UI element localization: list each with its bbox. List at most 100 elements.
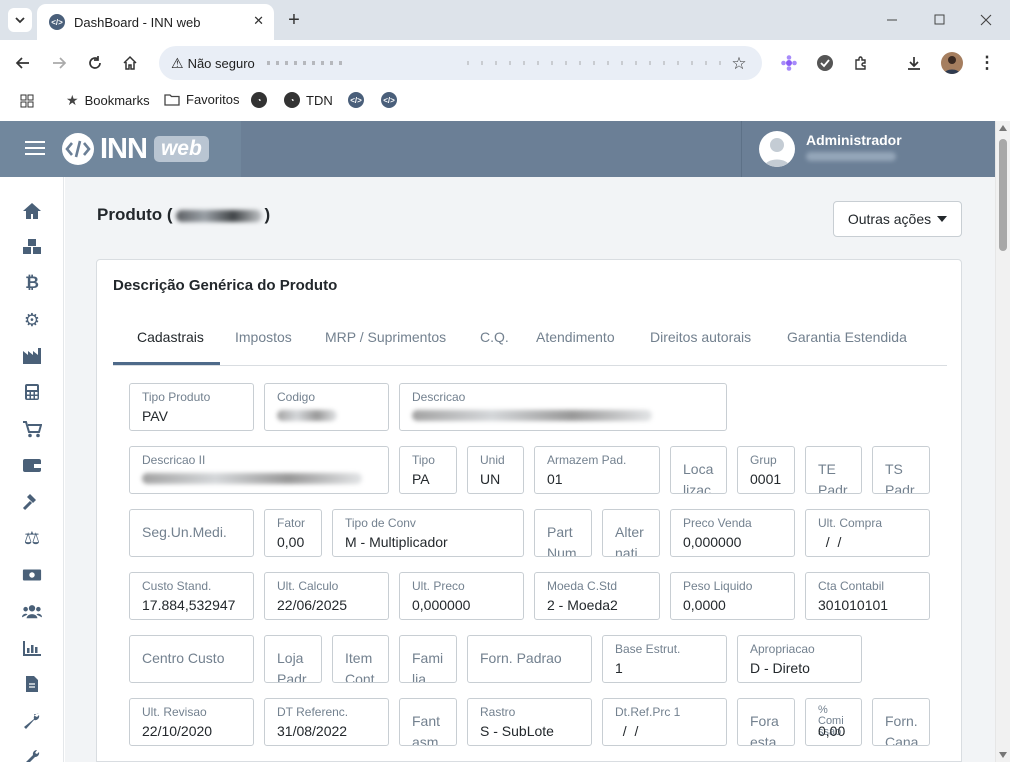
extension-check[interactable] (814, 52, 836, 74)
field-forn-padrao[interactable]: Forn. Padrao (467, 635, 592, 683)
field-ult-preco[interactable]: Ult. Preco 0,000000 (399, 572, 524, 620)
sidebar-item-balance[interactable]: ⚖ (22, 528, 42, 548)
field-ult-calculo[interactable]: Ult. Calculo 22/06/2025 (264, 572, 389, 620)
field-base-estrut[interactable]: Base Estrut. 1 (602, 635, 727, 683)
field-tipo-conv[interactable]: Tipo de Conv M - Multiplicador (332, 509, 524, 557)
bookmark-favoritos[interactable]: Favoritos (164, 92, 239, 107)
field-armazem-pad[interactable]: Armazem Pad. 01 (534, 446, 660, 494)
forward-button[interactable] (48, 52, 70, 74)
address-bar[interactable]: ⚠ Não seguro (159, 46, 762, 80)
field-te-padrao[interactable]: TE Padr ao (805, 446, 862, 494)
field-centro-custo[interactable]: Centro Custo (129, 635, 254, 683)
scroll-up-arrow-icon[interactable] (999, 125, 1007, 131)
sidebar-item-reports[interactable] (22, 638, 42, 658)
sidebar-item-products[interactable] (22, 237, 42, 257)
bookmark-inn-2[interactable]: </> (381, 92, 403, 108)
field-unid[interactable]: Unid UN (467, 446, 524, 494)
bookmark-bookmarks[interactable]: ★ Bookmarks (66, 92, 150, 109)
close-window-button[interactable] (976, 10, 996, 30)
field-cta-contabil[interactable]: Cta Contabil 301010101 (805, 572, 930, 620)
bookmark-tdn[interactable]: ◔ TDN (284, 92, 333, 108)
field-rastro[interactable]: Rastro S - SubLote (467, 698, 592, 746)
page-scrollbar[interactable] (995, 121, 1010, 762)
tab-mrp-suprimentos[interactable]: MRP / Suprimentos (325, 329, 446, 345)
field-custo-stand[interactable]: Custo Stand. 17.884,532947 (129, 572, 254, 620)
field-fantasma[interactable]: Fant asm a (399, 698, 457, 746)
tab-cq[interactable]: C.Q. (480, 329, 509, 345)
field-perc-comissao[interactable]: % Comi ssao 0,00 (805, 698, 862, 746)
field-loja-padrao[interactable]: Loja Padr ao (264, 635, 322, 683)
home-button[interactable] (119, 52, 141, 74)
user-menu[interactable]: Administrador (741, 121, 996, 177)
tab-direitos-autorais[interactable]: Direitos autorais (650, 329, 751, 345)
sidebar-item-home[interactable] (22, 201, 42, 221)
bookmark-star-button[interactable]: ☆ (728, 53, 750, 75)
field-forn-canal[interactable]: Forn. Cana l (872, 698, 930, 746)
tab-cadastrais[interactable]: Cadastrais (137, 329, 204, 345)
field-tipo[interactable]: Tipo PA (399, 446, 457, 494)
chrome-menu-button[interactable]: ⋮ (977, 52, 997, 74)
field-ts-padrao[interactable]: TS Padr ao (872, 446, 930, 494)
sidebar-item-finance[interactable]: ₿ (22, 273, 42, 293)
scroll-down-arrow-icon[interactable] (999, 752, 1007, 758)
field-descricao[interactable]: Descricao (399, 383, 727, 431)
sidebar-item-money[interactable] (22, 565, 42, 585)
scrollbar-thumb[interactable] (999, 139, 1007, 251)
sidebar-item-industry[interactable] (22, 346, 42, 366)
bookmark-inn-1[interactable]: </> (348, 92, 370, 108)
field-item-conta[interactable]: Item Cont a (332, 635, 389, 683)
field-tipo-produto[interactable]: Tipo Produto PAV (129, 383, 254, 431)
sidebar-item-legal[interactable] (22, 492, 42, 512)
apps-button[interactable] (20, 94, 34, 108)
download-button[interactable] (903, 52, 925, 74)
back-button[interactable] (12, 52, 34, 74)
field-codigo[interactable]: Codigo (264, 383, 389, 431)
inn-logo[interactable]: INN web (61, 132, 209, 166)
sidebar-item-users[interactable] (22, 601, 42, 621)
field-peso-liquido[interactable]: Peso Liquido 0,0000 (670, 572, 795, 620)
sidebar-item-tools[interactable] (22, 711, 42, 731)
minimize-button[interactable] (882, 10, 902, 30)
extensions-button[interactable] (850, 52, 872, 74)
field-apropriacao[interactable]: Apropriacao D - Direto (737, 635, 862, 683)
active-tab-indicator (113, 362, 220, 365)
sidebar-item-settings[interactable]: ⚙ (22, 310, 42, 330)
tab-impostos[interactable]: Impostos (235, 329, 292, 345)
field-value: 0,000000 (683, 534, 742, 550)
reload-button[interactable] (84, 52, 106, 74)
field-seg-un-medida[interactable]: Seg.Un.Medi. (129, 509, 254, 557)
field-fora-estado[interactable]: Fora esta do (737, 698, 795, 746)
field-alternativo[interactable]: Alter nati vo (602, 509, 660, 557)
field-grupo[interactable]: Grup 0001 (737, 446, 795, 494)
outras-acoes-dropdown[interactable]: Outras ações (833, 201, 962, 237)
field-dt-referenc[interactable]: DT Referenc. 31/08/2022 (264, 698, 389, 746)
sidebar-item-wallet[interactable] (22, 455, 42, 475)
sidebar-item-sales[interactable] (22, 419, 42, 439)
field-descricao-ii[interactable]: Descricao II (129, 446, 389, 494)
field-preco-venda[interactable]: Preco Venda 0,000000 (670, 509, 795, 557)
profile-avatar[interactable] (941, 52, 963, 74)
sidebar-item-calculator[interactable] (22, 382, 42, 402)
field-localizacao[interactable]: Loca lizac ao (670, 446, 727, 494)
field-familia[interactable]: Fami lia (399, 635, 457, 683)
field-dt-ref-prc1[interactable]: Dt.Ref.Prc 1 / / (602, 698, 727, 746)
tab-atendimento[interactable]: Atendimento (536, 329, 615, 345)
field-ult-revisao[interactable]: Ult. Revisao 22/10/2020 (129, 698, 254, 746)
bookmark-site-1[interactable]: ◔ (251, 92, 273, 108)
hamburger-menu-button[interactable] (24, 139, 46, 159)
sidebar-item-maintenance[interactable] (22, 747, 42, 762)
close-tab-icon[interactable]: ✕ (253, 13, 264, 29)
sidebar-item-documents[interactable] (22, 674, 42, 694)
field-ult-compra[interactable]: Ult. Compra / / (805, 509, 930, 557)
calculator-icon (25, 384, 39, 400)
tab-search-button[interactable] (8, 8, 32, 32)
maximize-button[interactable] (930, 10, 950, 30)
field-fator[interactable]: Fator 0,00 (264, 509, 322, 557)
tab-garantia-estendida[interactable]: Garantia Estendida (787, 329, 907, 345)
new-tab-button[interactable]: + (282, 8, 306, 32)
field-part-number[interactable]: Part Num ber (534, 509, 592, 557)
apps-grid-icon (20, 94, 34, 108)
extension-puzzle-purple[interactable] (778, 52, 800, 74)
field-moeda-cstd[interactable]: Moeda C.Std 2 - Moeda2 (534, 572, 660, 620)
browser-tab-active[interactable]: </> DashBoard - INN web ✕ (37, 4, 274, 40)
